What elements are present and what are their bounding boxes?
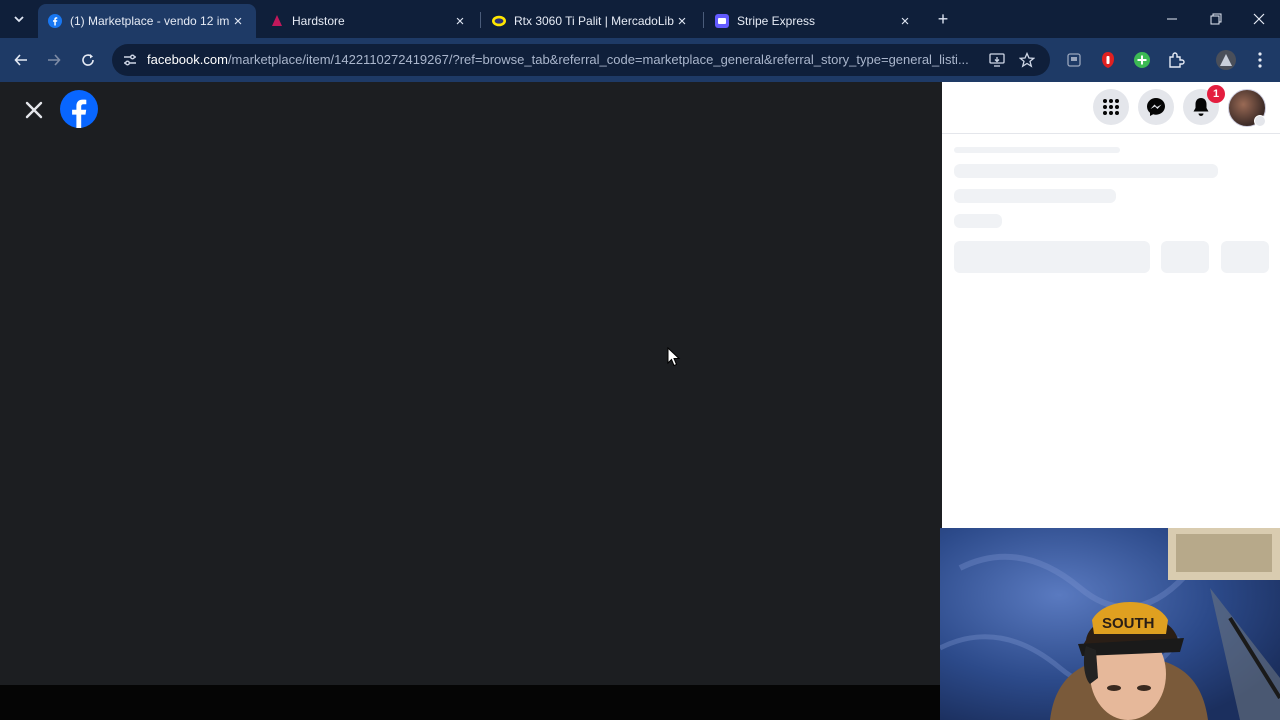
arrow-right-icon [48,54,61,66]
tab-strip: (1) Marketplace - vendo 12 imp × Hardsto… [0,0,1280,38]
loading-button-placeholder [954,241,1150,273]
tab-mercadolibre[interactable]: Rtx 3060 Ti Palit | MercadoLibre × [482,4,700,38]
loading-button-placeholder [1221,241,1269,273]
bookmark-star-icon[interactable] [1018,51,1036,69]
install-app-icon[interactable] [988,51,1006,69]
facebook-icon [48,14,62,28]
close-tab-icon[interactable]: × [452,13,468,30]
close-viewer-button[interactable] [16,92,52,128]
listing-details-panel [942,82,1280,528]
arrow-left-icon [14,54,27,66]
loading-placeholder [954,164,1218,178]
restore-icon [1210,13,1222,25]
tab-stripe-express[interactable]: Stripe Express × [705,4,923,38]
tab-marketplace[interactable]: (1) Marketplace - vendo 12 imp × [38,4,256,38]
tab-title: Rtx 3060 Ti Palit | MercadoLibre [514,14,674,28]
mouse-cursor [667,346,681,367]
mercadolibre-icon [492,14,506,28]
new-tab-button[interactable]: + [933,9,953,29]
tab-hardstore[interactable]: Hardstore × [260,4,478,38]
minimize-icon [1167,18,1177,20]
messenger-button[interactable] [1138,89,1174,125]
profile-icon[interactable] [1216,50,1236,70]
notification-count-badge: 1 [1207,85,1225,103]
browser-menu-icon[interactable] [1250,50,1270,70]
address-bar[interactable]: facebook.com/marketplace/item/1422110272… [112,44,1050,76]
listing-media-viewer [0,82,942,685]
loading-placeholder [954,147,1120,153]
forward-button[interactable] [42,48,66,72]
chevron-down-icon[interactable] [1254,115,1266,127]
tab-separator [480,12,481,28]
browser-toolbar: facebook.com/marketplace/item/1422110272… [0,38,1280,82]
tab-title: Hardstore [292,14,345,28]
viewer-bottom-bar [0,685,942,720]
extension-save-icon[interactable] [1064,50,1084,70]
hardstore-icon [270,14,284,28]
reload-icon [82,54,94,66]
extension-plus-icon[interactable] [1132,50,1152,70]
svg-text:SOUTH: SOUTH [1102,615,1155,632]
tab-separator [703,12,704,28]
close-icon [1253,13,1265,25]
webcam-overlay: SOUTH [940,528,1280,720]
menu-button[interactable] [1093,89,1129,125]
streamer-webcam-image: SOUTH [940,528,1280,720]
loading-placeholder [954,214,1002,228]
minimize-button[interactable] [1150,0,1194,38]
close-tab-icon[interactable]: × [674,13,690,30]
restore-button[interactable] [1194,0,1238,38]
facebook-logo[interactable] [60,90,98,128]
tab-title: Stripe Express [737,14,816,28]
url-host: facebook.com [147,52,228,67]
url-path: /marketplace/item/1422110272419267/?ref=… [227,52,969,67]
close-tab-icon[interactable]: × [230,13,246,30]
close-icon [25,101,43,119]
messenger-icon [1147,98,1165,116]
grid-menu-icon [1103,99,1119,115]
site-settings-icon[interactable] [122,52,138,68]
url-text: facebook.com/marketplace/item/1422110272… [147,52,977,67]
loading-placeholder [954,189,1116,203]
reload-button[interactable] [76,48,100,72]
tab-search-button[interactable] [8,8,30,30]
stripe-icon [715,14,729,28]
extensions-puzzle-icon[interactable] [1166,50,1186,70]
back-button[interactable] [9,48,33,72]
chevron-down-icon [14,16,24,23]
bell-icon [1193,98,1209,116]
close-tab-icon[interactable]: × [897,13,913,30]
tab-title: (1) Marketplace - vendo 12 imp [70,14,230,28]
close-window-button[interactable] [1237,0,1280,38]
extension-adblock-icon[interactable] [1098,50,1118,70]
loading-button-placeholder [1161,241,1209,273]
